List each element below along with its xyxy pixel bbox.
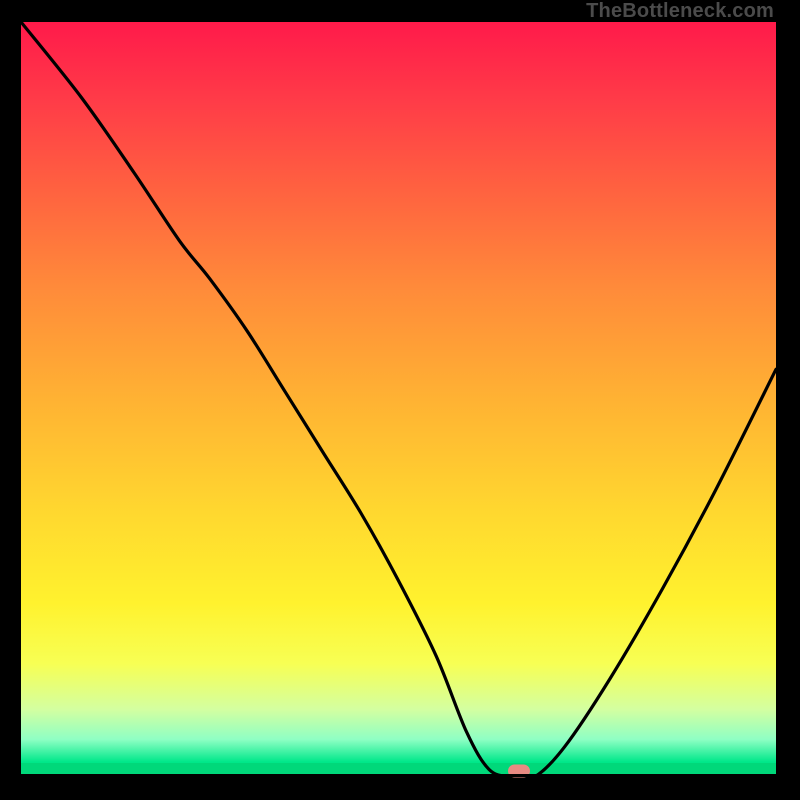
chart-x-axis bbox=[21, 774, 776, 777]
chart-curve-svg bbox=[21, 22, 776, 777]
chart-plot-area bbox=[21, 22, 776, 777]
bottleneck-curve bbox=[21, 22, 776, 777]
watermark-text: TheBottleneck.com bbox=[586, 0, 774, 23]
